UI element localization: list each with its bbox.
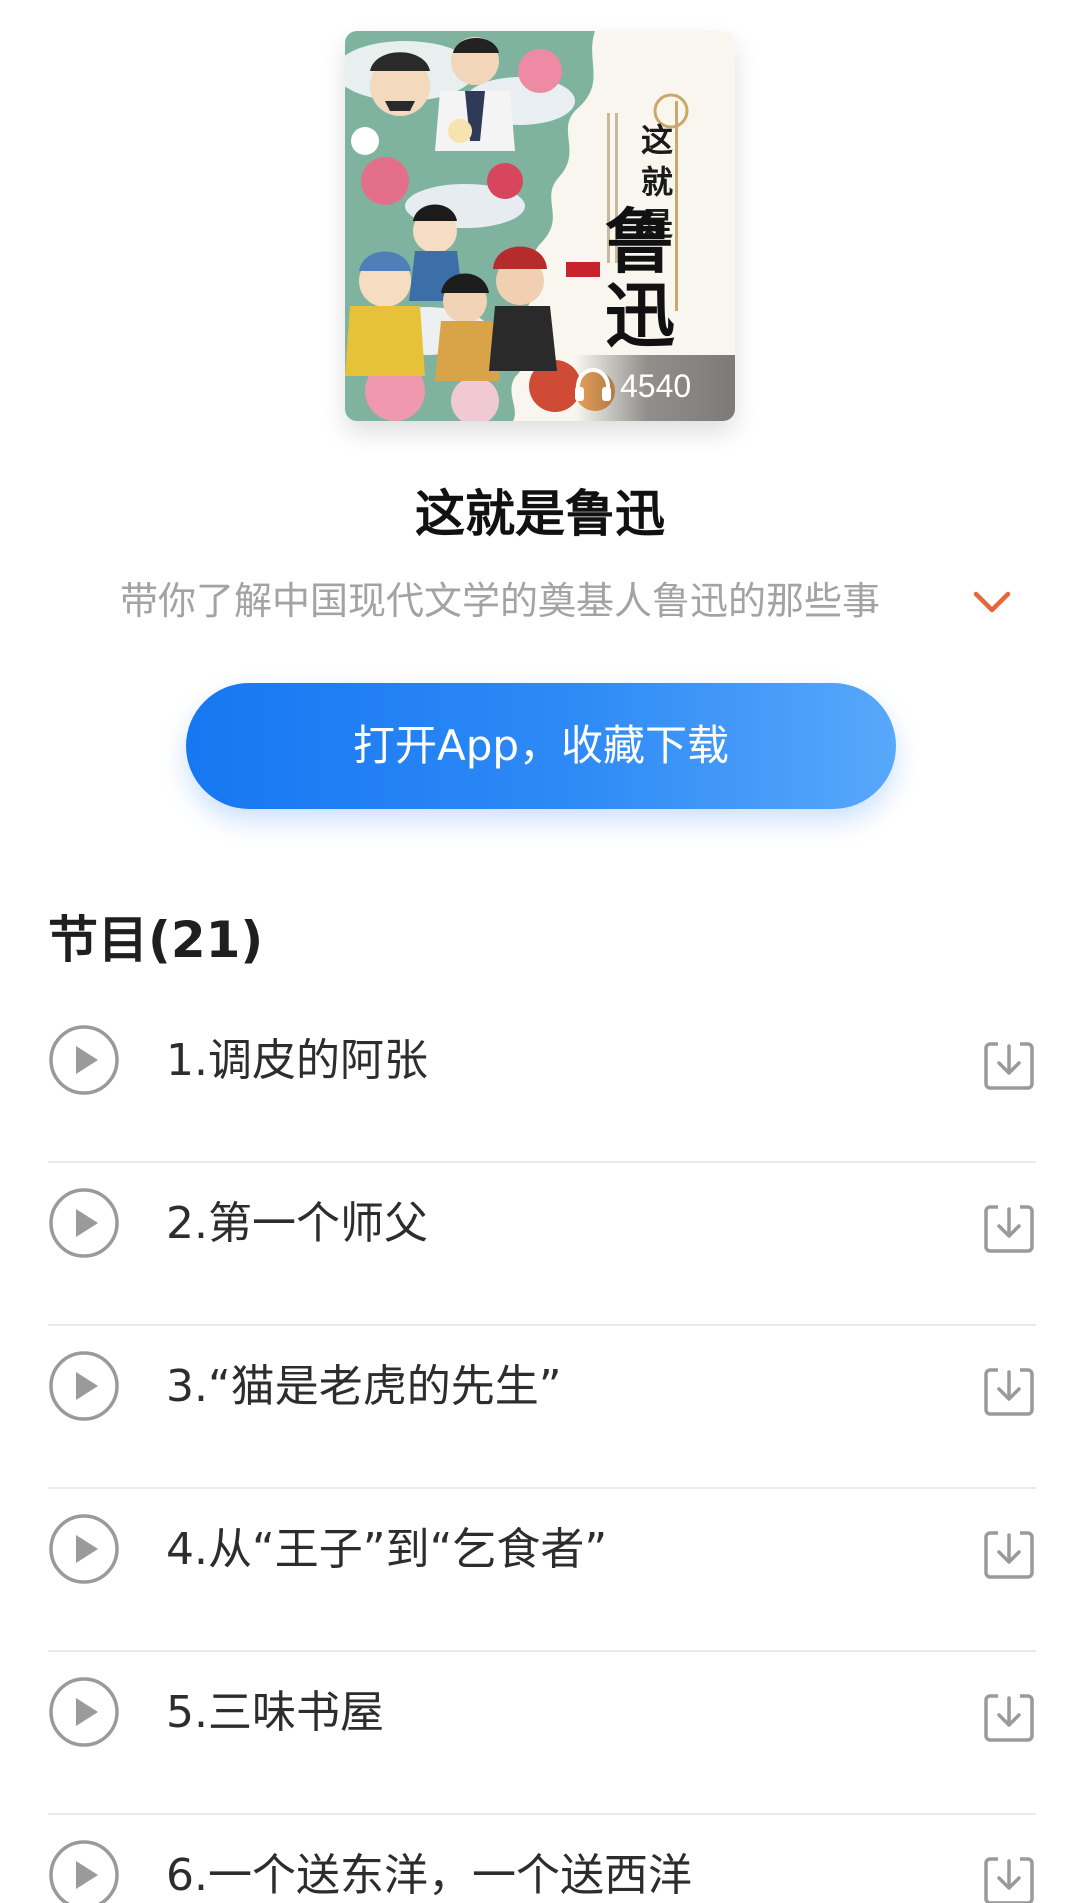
episode-row[interactable]: 1.调皮的阿张 (48, 1000, 1036, 1163)
episode-title[interactable]: 4.从“王子”到“乞食者” (166, 1521, 607, 1579)
play-circle-icon[interactable] (48, 1839, 120, 1903)
play-circle-icon[interactable] (48, 1024, 120, 1096)
episode-row[interactable]: 6.一个送东洋，一个送西洋 (48, 1815, 1036, 1903)
open-app-button[interactable]: 打开App，收藏下载 (186, 683, 896, 809)
download-icon[interactable] (982, 1690, 1036, 1744)
episode-row[interactable]: 3.“猫是老虎的先生” (48, 1326, 1036, 1489)
download-icon[interactable] (982, 1527, 1036, 1581)
chevron-down-icon[interactable] (972, 588, 1012, 616)
episode-row[interactable]: 5.三味书屋 (48, 1652, 1036, 1815)
listen-count: 4540 (620, 368, 692, 404)
episode-row[interactable]: 2.第一个师父 (48, 1163, 1036, 1326)
play-circle-icon[interactable] (48, 1350, 120, 1422)
play-circle-icon[interactable] (48, 1187, 120, 1259)
play-circle-icon[interactable] (48, 1513, 120, 1585)
episode-title[interactable]: 1.调皮的阿张 (166, 1032, 428, 1090)
headphones-icon (575, 367, 611, 401)
episode-title[interactable]: 2.第一个师父 (166, 1195, 428, 1253)
episode-list: 1.调皮的阿张 2.第一个师父 3.“猫是老虎的先生” 4.从“王子”到“乞食者… (48, 1000, 1036, 1903)
play-circle-icon[interactable] (48, 1676, 120, 1748)
episode-title[interactable]: 5.三味书屋 (166, 1684, 384, 1742)
album-description[interactable]: 带你了解中国现代文学的奠基人鲁迅的那些事 (120, 574, 880, 628)
album-title: 这就是鲁迅 (415, 485, 665, 543)
episode-title[interactable]: 3.“猫是老虎的先生” (166, 1358, 562, 1416)
download-icon[interactable] (982, 1364, 1036, 1418)
cover-title-art: 这就是 鲁迅 (605, 121, 675, 357)
download-icon[interactable] (982, 1853, 1036, 1903)
episode-title[interactable]: 6.一个送东洋，一个送西洋 (166, 1847, 692, 1903)
album-cover[interactable]: 这就是 鲁迅 (345, 31, 735, 421)
episodes-header: 节目(21) (48, 911, 264, 969)
download-icon[interactable] (982, 1201, 1036, 1255)
download-icon[interactable] (982, 1038, 1036, 1092)
episode-row[interactable]: 4.从“王子”到“乞食者” (48, 1489, 1036, 1652)
album-page: 这就是 鲁迅 4540 这就是鲁迅 带你了解中国现代文学的奠基人鲁迅的那些事 打… (0, 0, 1080, 1903)
